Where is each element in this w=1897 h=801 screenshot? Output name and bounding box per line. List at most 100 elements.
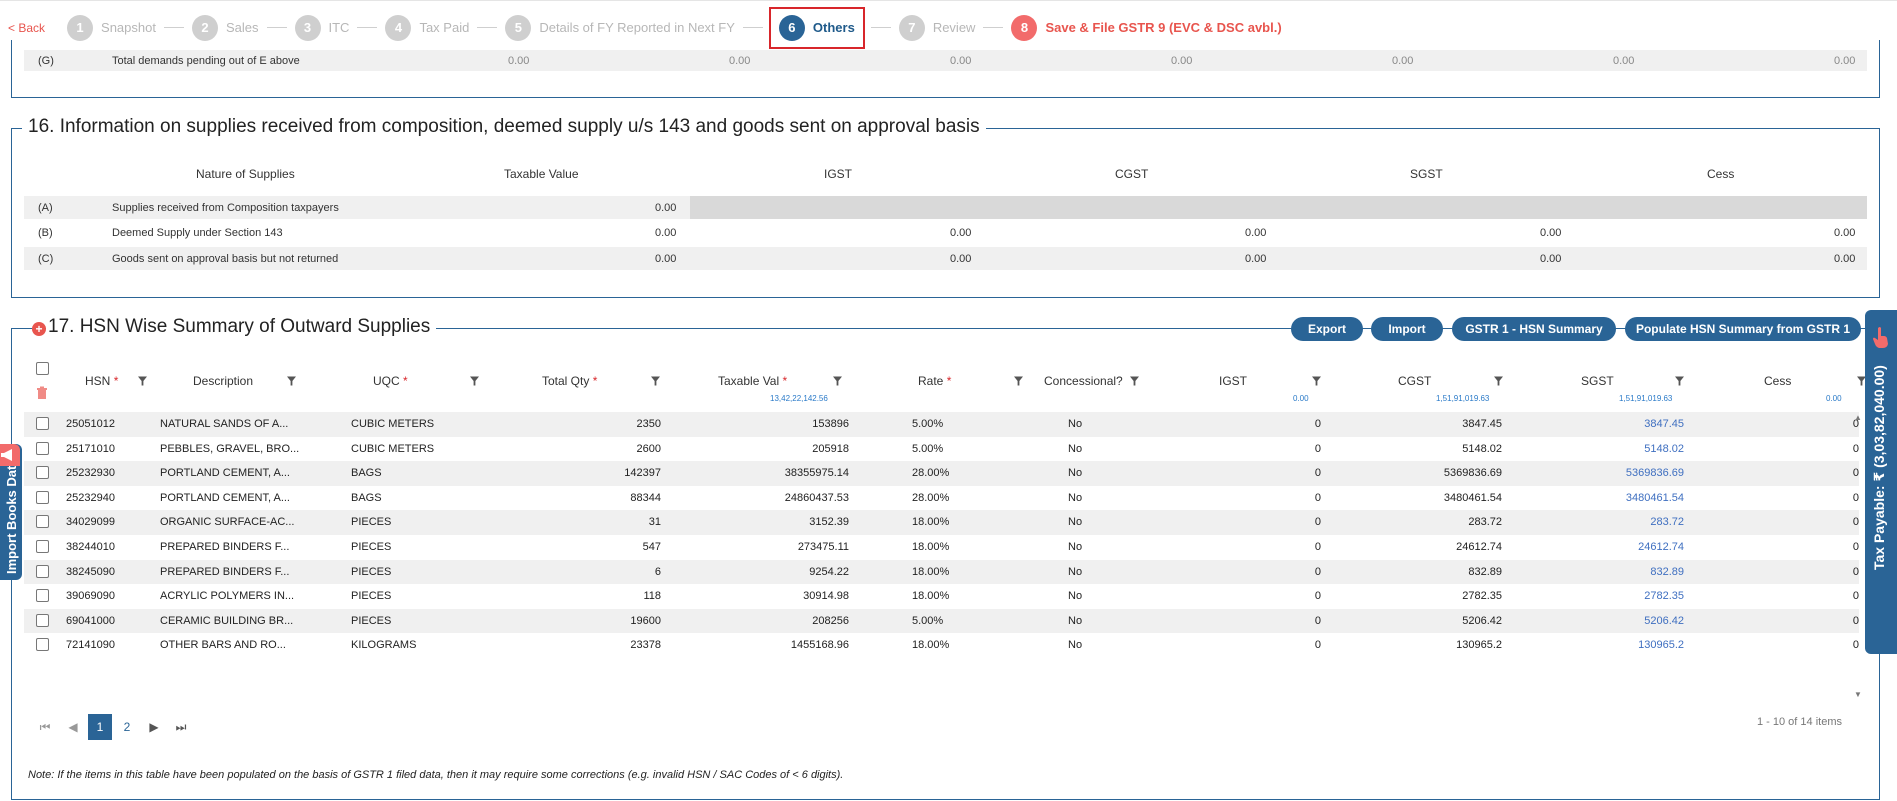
qty-cell[interactable]: 142397 xyxy=(624,467,661,479)
cgst-cell[interactable]: 5148.02 xyxy=(1462,443,1502,455)
filter-icon[interactable] xyxy=(1130,376,1139,386)
first-page-icon[interactable]: ⏮ xyxy=(33,714,57,740)
filter-icon[interactable] xyxy=(138,376,147,386)
step-tax-paid[interactable]: 4 Tax Paid xyxy=(385,14,469,41)
rate-cell[interactable]: 18.00% xyxy=(912,566,949,578)
cess-cell[interactable]: 0 xyxy=(1853,516,1859,528)
hsn-cell[interactable]: 34029099 xyxy=(66,516,115,528)
qty-cell[interactable]: 2350 xyxy=(637,418,661,430)
hsn-cell[interactable]: 69041000 xyxy=(66,615,115,627)
filter-icon[interactable] xyxy=(1494,376,1503,386)
export-button[interactable]: Export xyxy=(1291,317,1363,341)
igst-cell[interactable]: 0 xyxy=(1315,615,1321,627)
igst-cell[interactable]: 0 xyxy=(1315,418,1321,430)
sgst-cell[interactable]: 5369836.69 xyxy=(1626,467,1684,479)
next-page-icon[interactable]: ▶ xyxy=(142,714,166,740)
taxable-cell[interactable]: 9254.22 xyxy=(809,566,849,578)
concessional-cell[interactable]: No xyxy=(1068,615,1082,627)
qty-cell[interactable]: 23378 xyxy=(630,639,661,651)
sgst-cell[interactable]: 283.72 xyxy=(1650,516,1684,528)
uqc-cell[interactable]: BAGS xyxy=(351,467,382,479)
sgst-cell[interactable]: 2782.35 xyxy=(1644,590,1684,602)
igst-cell[interactable]: 0 xyxy=(1315,566,1321,578)
step-review[interactable]: 7 Review xyxy=(898,14,975,41)
description-cell[interactable]: PREPARED BINDERS F... xyxy=(160,566,289,578)
add-icon[interactable]: + xyxy=(32,322,46,336)
rate-cell[interactable]: 5.00% xyxy=(912,418,943,430)
concessional-cell[interactable]: No xyxy=(1068,541,1082,553)
description-cell[interactable]: PEBBLES, GRAVEL, BRO... xyxy=(160,443,299,455)
igst-cell[interactable]: 0 xyxy=(1315,492,1321,504)
hsn-cell[interactable]: 38245090 xyxy=(66,566,115,578)
sgst-cell[interactable]: 130965.2 xyxy=(1638,639,1684,651)
last-page-icon[interactable]: ⏭ xyxy=(169,714,193,740)
cgst-cell[interactable]: 3480461.54 xyxy=(1444,492,1502,504)
description-cell[interactable]: PORTLAND CEMENT, A... xyxy=(160,467,290,479)
sgst-cell[interactable]: 832.89 xyxy=(1650,566,1684,578)
hsn-cell[interactable]: 25051012 xyxy=(66,418,115,430)
cess-cell[interactable]: 0 xyxy=(1853,639,1859,651)
sgst-cell[interactable]: 3480461.54 xyxy=(1626,492,1684,504)
concessional-cell[interactable]: No xyxy=(1068,590,1082,602)
back-link[interactable]: < Back xyxy=(8,21,45,35)
filter-icon[interactable] xyxy=(1014,376,1023,386)
qty-cell[interactable]: 19600 xyxy=(630,615,661,627)
page-button-1[interactable]: 1 xyxy=(88,714,112,740)
taxable-cell[interactable]: 38355975.14 xyxy=(785,467,849,479)
qty-cell[interactable]: 2600 xyxy=(637,443,661,455)
row-checkbox[interactable] xyxy=(36,564,49,578)
cgst-cell[interactable]: 5206.42 xyxy=(1462,615,1502,627)
igst-cell[interactable]: 0 xyxy=(1315,639,1321,651)
igst-cell[interactable]: 0 xyxy=(1315,443,1321,455)
hsn-cell[interactable]: 25232930 xyxy=(66,467,115,479)
taxable-cell[interactable]: 153896 xyxy=(812,418,849,430)
sgst-cell[interactable]: 5206.42 xyxy=(1644,615,1684,627)
description-cell[interactable]: CERAMIC BUILDING BR... xyxy=(160,615,293,627)
import-button[interactable]: Import xyxy=(1371,317,1443,341)
prev-page-icon[interactable]: ◀ xyxy=(61,714,85,740)
taxable-cell[interactable]: 208256 xyxy=(812,615,849,627)
step-snapshot[interactable]: 1 Snapshot xyxy=(67,14,156,41)
concessional-cell[interactable]: No xyxy=(1068,467,1082,479)
qty-cell[interactable]: 31 xyxy=(649,516,661,528)
cess-cell[interactable]: 0 xyxy=(1853,615,1859,627)
qty-cell[interactable]: 547 xyxy=(643,541,661,553)
uqc-cell[interactable]: CUBIC METERS xyxy=(351,418,434,430)
cess-cell[interactable]: 0 xyxy=(1853,590,1859,602)
page-button-2[interactable]: 2 xyxy=(115,714,139,740)
rate-cell[interactable]: 18.00% xyxy=(912,639,949,651)
uqc-cell[interactable]: BAGS xyxy=(351,492,382,504)
filter-icon[interactable] xyxy=(1675,376,1684,386)
description-cell[interactable]: ORGANIC SURFACE-AC... xyxy=(160,516,294,528)
cess-cell[interactable]: 0 xyxy=(1853,566,1859,578)
concessional-cell[interactable]: No xyxy=(1068,492,1082,504)
cess-cell[interactable]: 0 xyxy=(1853,541,1859,553)
concessional-cell[interactable]: No xyxy=(1068,418,1082,430)
select-all-checkbox[interactable] xyxy=(36,362,49,375)
uqc-cell[interactable]: PIECES xyxy=(351,615,391,627)
step-next-fy[interactable]: 5 Details of FY Reported in Next FY xyxy=(505,14,735,41)
cgst-cell[interactable]: 5369836.69 xyxy=(1444,467,1502,479)
rate-cell[interactable]: 18.00% xyxy=(912,516,949,528)
step-save-file[interactable]: 8 Save & File GSTR 9 (EVC & DSC avbl.) xyxy=(1011,14,1282,41)
uqc-cell[interactable]: PIECES xyxy=(351,541,391,553)
uqc-cell[interactable]: PIECES xyxy=(351,566,391,578)
sgst-cell[interactable]: 24612.74 xyxy=(1638,541,1684,553)
rate-cell[interactable]: 18.00% xyxy=(912,590,949,602)
row-checkbox[interactable] xyxy=(36,490,49,504)
description-cell[interactable]: ACRYLIC POLYMERS IN... xyxy=(160,590,294,602)
uqc-cell[interactable]: PIECES xyxy=(351,516,391,528)
qty-cell[interactable]: 118 xyxy=(643,590,661,602)
step-itc[interactable]: 3 ITC xyxy=(294,14,349,41)
taxable-cell[interactable]: 205918 xyxy=(812,443,849,455)
rate-cell[interactable]: 5.00% xyxy=(912,615,943,627)
filter-icon[interactable] xyxy=(1312,376,1321,386)
cess-cell[interactable]: 0 xyxy=(1853,492,1859,504)
row-checkbox[interactable] xyxy=(36,515,49,529)
delete-icon[interactable] xyxy=(35,386,49,400)
filter-icon[interactable] xyxy=(651,376,660,386)
rate-cell[interactable]: 5.00% xyxy=(912,443,943,455)
step-sales[interactable]: 2 Sales xyxy=(191,14,259,41)
taxable-cell[interactable]: 1455168.96 xyxy=(791,639,849,651)
rate-cell[interactable]: 18.00% xyxy=(912,541,949,553)
